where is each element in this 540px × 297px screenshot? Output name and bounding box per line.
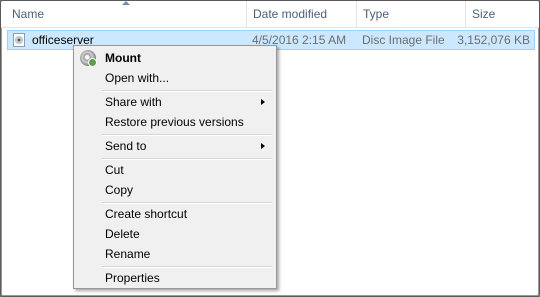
menu-item-send-to-label: Send to bbox=[105, 139, 147, 153]
column-header-size[interactable]: Size bbox=[465, 1, 539, 27]
menu-item-open-with-label: Open with... bbox=[105, 71, 170, 85]
submenu-arrow-icon bbox=[261, 143, 265, 149]
column-header-bar: Name Date modified Type Size bbox=[1, 1, 539, 28]
menu-item-rename[interactable]: Rename bbox=[77, 244, 273, 264]
menu-item-mount-label: Mount bbox=[105, 51, 141, 65]
menu-item-restore-label: Restore previous versions bbox=[105, 115, 244, 129]
menu-item-mount[interactable]: Mount bbox=[77, 48, 273, 68]
menu-item-cut-label: Cut bbox=[105, 163, 124, 177]
menu-item-properties[interactable]: Properties bbox=[77, 268, 273, 288]
menu-item-create-shortcut-label: Create shortcut bbox=[105, 207, 188, 221]
menu-item-open-with[interactable]: Open with... bbox=[77, 68, 273, 88]
menu-item-restore-previous-versions[interactable]: Restore previous versions bbox=[77, 112, 273, 132]
menu-item-rename-label: Rename bbox=[105, 247, 151, 261]
explorer-window: Name Date modified Type Size officeserve… bbox=[0, 0, 540, 297]
disc-image-file-icon bbox=[13, 33, 25, 47]
column-header-type[interactable]: Type bbox=[356, 1, 465, 27]
menu-item-share-with[interactable]: Share with bbox=[77, 92, 273, 112]
mount-disc-icon bbox=[80, 50, 97, 67]
menu-item-delete-label: Delete bbox=[105, 227, 140, 241]
menu-item-copy[interactable]: Copy bbox=[77, 180, 273, 200]
menu-item-cut[interactable]: Cut bbox=[77, 160, 273, 180]
menu-item-send-to[interactable]: Send to bbox=[77, 136, 273, 156]
column-header-date-modified[interactable]: Date modified bbox=[246, 1, 356, 27]
file-size: 3,152,076 KB bbox=[457, 33, 530, 47]
menu-item-delete[interactable]: Delete bbox=[77, 224, 273, 244]
file-type: Disc Image File bbox=[362, 33, 445, 47]
menu-item-create-shortcut[interactable]: Create shortcut bbox=[77, 204, 273, 224]
sort-ascending-icon bbox=[122, 1, 130, 5]
menu-item-copy-label: Copy bbox=[105, 183, 134, 197]
submenu-arrow-icon bbox=[261, 99, 265, 105]
menu-item-share-with-label: Share with bbox=[105, 95, 162, 109]
context-menu: Mount Open with... Share with Restore pr… bbox=[73, 45, 277, 289]
menu-item-properties-label: Properties bbox=[105, 271, 160, 285]
